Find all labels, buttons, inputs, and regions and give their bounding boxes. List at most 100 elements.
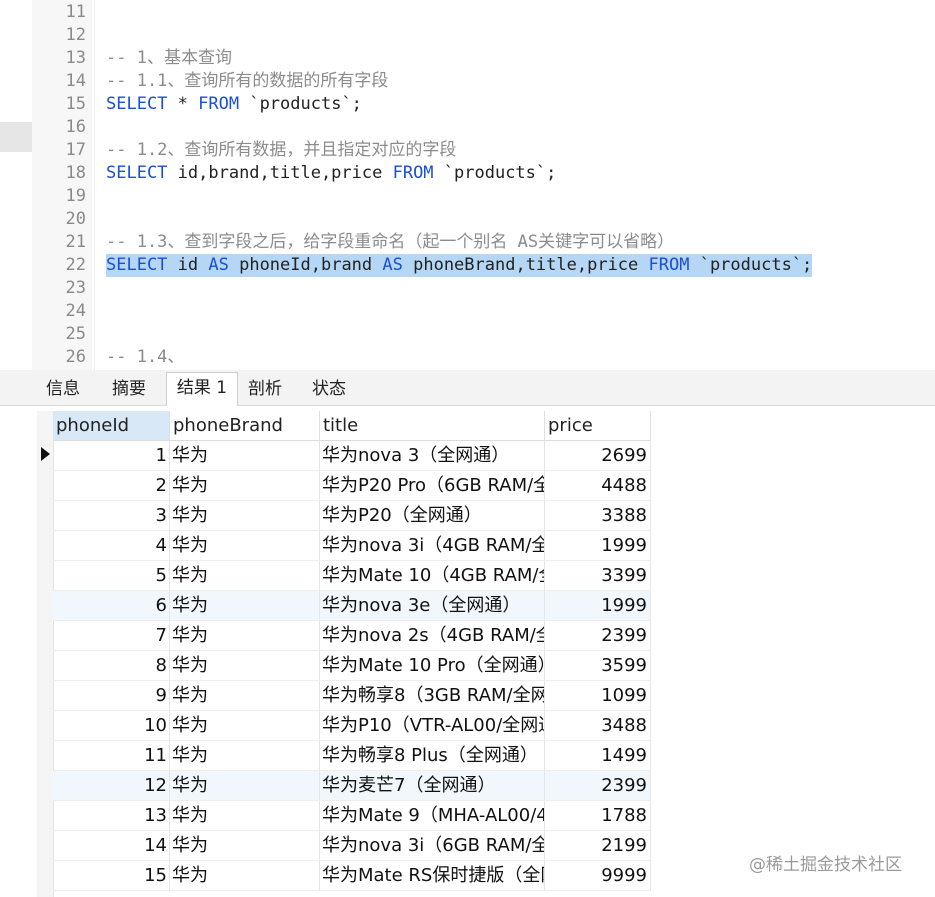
table-row[interactable]: 8 华为 华为Mate 10 Pro（全网通） 3599 <box>53 651 651 681</box>
cell-price[interactable]: 2399 <box>545 771 651 801</box>
code-line[interactable]: 17 -- 1.2、查询所有数据，并且指定对应的字段 <box>0 139 935 162</box>
code-line[interactable]: 22 SELECT id AS phoneId,brand AS phoneBra… <box>0 254 935 277</box>
cell-phoneid[interactable]: 15 <box>53 861 170 891</box>
cell-phoneid[interactable]: 8 <box>53 651 170 681</box>
code-line[interactable]: 19 <box>0 185 935 208</box>
cell-phonebrand[interactable]: 华为 <box>170 531 320 561</box>
cell-title[interactable]: 华为nova 3e（全网通） <box>320 591 545 621</box>
cell-phonebrand[interactable]: 华为 <box>170 471 320 501</box>
cell-title[interactable]: 华为P20 Pro（6GB RAM/全 <box>320 471 545 501</box>
cell-title[interactable]: 华为P10（VTR-AL00/全网通 <box>320 711 545 741</box>
cell-phonebrand[interactable]: 华为 <box>170 741 320 771</box>
table-row[interactable]: 15 华为 华为Mate RS保时捷版（全网 9999 <box>53 861 651 891</box>
table-row[interactable]: 7 华为 华为nova 2s（4GB RAM/全 2399 <box>53 621 651 651</box>
cell-price[interactable]: 1099 <box>545 681 651 711</box>
tab-result-1[interactable]: 结果 1 <box>166 372 238 407</box>
cell-title[interactable]: 华为畅享8（3GB RAM/全网 <box>320 681 545 711</box>
tab-summary[interactable]: 摘要 <box>100 374 158 404</box>
cell-phoneid[interactable]: 3 <box>53 501 170 531</box>
cell-phoneid[interactable]: 7 <box>53 621 170 651</box>
cell-phoneid[interactable]: 11 <box>53 741 170 771</box>
cell-price[interactable]: 2399 <box>545 621 651 651</box>
code-line[interactable]: 18 SELECT id,brand,title,price FROM `prod… <box>0 162 935 185</box>
cell-phonebrand[interactable]: 华为 <box>170 441 320 471</box>
code-line[interactable]: 20 <box>0 208 935 231</box>
cell-phonebrand[interactable]: 华为 <box>170 621 320 651</box>
cell-price[interactable]: 2699 <box>545 441 651 471</box>
cell-phoneid[interactable]: 2 <box>53 471 170 501</box>
table-row[interactable]: 3 华为 华为P20（全网通） 3388 <box>53 501 651 531</box>
cell-phonebrand[interactable]: 华为 <box>170 651 320 681</box>
cell-phonebrand[interactable]: 华为 <box>170 801 320 831</box>
cell-price[interactable]: 3399 <box>545 561 651 591</box>
code-line[interactable]: 23 <box>0 277 935 300</box>
cell-price[interactable]: 3488 <box>545 711 651 741</box>
cell-phonebrand[interactable]: 华为 <box>170 831 320 861</box>
cell-price[interactable]: 1499 <box>545 741 651 771</box>
table-row[interactable]: 9 华为 华为畅享8（3GB RAM/全网 1099 <box>53 681 651 711</box>
cell-title[interactable]: 华为nova 3i（4GB RAM/全 <box>320 531 545 561</box>
cell-phonebrand[interactable]: 华为 <box>170 591 320 621</box>
cell-phonebrand[interactable]: 华为 <box>170 711 320 741</box>
cell-price[interactable]: 3599 <box>545 651 651 681</box>
cell-title[interactable]: 华为nova 3i（6GB RAM/全 <box>320 831 545 861</box>
cell-title[interactable]: 华为麦芒7（全网通） <box>320 771 545 801</box>
cell-phonebrand[interactable]: 华为 <box>170 561 320 591</box>
table-row[interactable]: 11 华为 华为畅享8 Plus（全网通） 1499 <box>53 741 651 771</box>
code-line[interactable]: 11 <box>0 1 935 24</box>
cell-phoneid[interactable]: 5 <box>53 561 170 591</box>
cell-title[interactable]: 华为nova 3（全网通） <box>320 441 545 471</box>
cell-phoneid[interactable]: 4 <box>53 531 170 561</box>
table-row[interactable]: 4 华为 华为nova 3i（4GB RAM/全 1999 <box>53 531 651 561</box>
code-line[interactable]: 14 -- 1.1、查询所有的数据的所有字段 <box>0 70 935 93</box>
column-header-title[interactable]: title <box>320 411 545 441</box>
cell-phoneid[interactable]: 14 <box>53 831 170 861</box>
cell-phoneid[interactable]: 6 <box>53 591 170 621</box>
column-header-phonebrand[interactable]: phoneBrand <box>170 411 320 441</box>
code-line[interactable]: 15 SELECT * FROM `products`; <box>0 93 935 116</box>
cell-title[interactable]: 华为Mate RS保时捷版（全网 <box>320 861 545 891</box>
table-row[interactable]: 6 华为 华为nova 3e（全网通） 1999 <box>53 591 651 621</box>
result-grid[interactable]: phoneId phoneBrand title price 1 华为 华为nova… <box>0 406 935 897</box>
cell-title[interactable]: 华为Mate 10（4GB RAM/全 <box>320 561 545 591</box>
cell-phonebrand[interactable]: 华为 <box>170 861 320 891</box>
cell-phoneid[interactable]: 1 <box>53 441 170 471</box>
code-line[interactable]: 13 -- 1、基本查询 <box>0 47 935 70</box>
cell-price[interactable]: 1999 <box>545 531 651 561</box>
code-line[interactable]: 24 <box>0 300 935 323</box>
table-row[interactable]: 5 华为 华为Mate 10（4GB RAM/全 3399 <box>53 561 651 591</box>
cell-phoneid[interactable]: 10 <box>53 711 170 741</box>
column-header-phoneid[interactable]: phoneId <box>53 411 170 441</box>
cell-title[interactable]: 华为Mate 9（MHA-AL00/4 <box>320 801 545 831</box>
cell-title[interactable]: 华为Mate 10 Pro（全网通） <box>320 651 545 681</box>
cell-phoneid[interactable]: 13 <box>53 801 170 831</box>
cell-phonebrand[interactable]: 华为 <box>170 501 320 531</box>
table-row[interactable]: 1 华为 华为nova 3（全网通） 2699 <box>53 441 651 471</box>
table-row[interactable]: 13 华为 华为Mate 9（MHA-AL00/4 1788 <box>53 801 651 831</box>
cell-title[interactable]: 华为畅享8 Plus（全网通） <box>320 741 545 771</box>
cell-title[interactable]: 华为P20（全网通） <box>320 501 545 531</box>
code-line[interactable]: 21 -- 1.3、查到字段之后，给字段重命名（起一个别名 AS关键字可以省略） <box>0 231 935 254</box>
code-line[interactable]: 16 <box>0 116 935 139</box>
code-line[interactable]: 12 <box>0 24 935 47</box>
cell-phonebrand[interactable]: 华为 <box>170 681 320 711</box>
table-row[interactable]: 14 华为 华为nova 3i（6GB RAM/全 2199 <box>53 831 651 861</box>
tab-status[interactable]: 状态 <box>300 374 358 404</box>
table-row[interactable]: 10 华为 华为P10（VTR-AL00/全网通 3488 <box>53 711 651 741</box>
cell-price[interactable]: 1999 <box>545 591 651 621</box>
cell-title[interactable]: 华为nova 2s（4GB RAM/全 <box>320 621 545 651</box>
cell-price[interactable]: 4488 <box>545 471 651 501</box>
column-header-price[interactable]: price <box>545 411 651 441</box>
cell-price[interactable]: 3388 <box>545 501 651 531</box>
cell-phoneid[interactable]: 9 <box>53 681 170 711</box>
sql-editor[interactable]: 11 12 13 -- 1、基本查询 14 -- 1.1、查询所有的数据的所有字段 15 SE… <box>0 0 935 370</box>
tab-profile[interactable]: 剖析 <box>236 374 294 404</box>
tab-info[interactable]: 信息 <box>34 374 92 404</box>
code-line[interactable]: 25 <box>0 323 935 346</box>
cell-price[interactable]: 1788 <box>545 801 651 831</box>
code-line[interactable]: 26 -- 1.4、 <box>0 346 935 369</box>
table-row[interactable]: 12 华为 华为麦芒7（全网通） 2399 <box>53 771 651 801</box>
cell-phonebrand[interactable]: 华为 <box>170 771 320 801</box>
cell-price[interactable]: 2199 <box>545 831 651 861</box>
table-row[interactable]: 2 华为 华为P20 Pro（6GB RAM/全 4488 <box>53 471 651 501</box>
